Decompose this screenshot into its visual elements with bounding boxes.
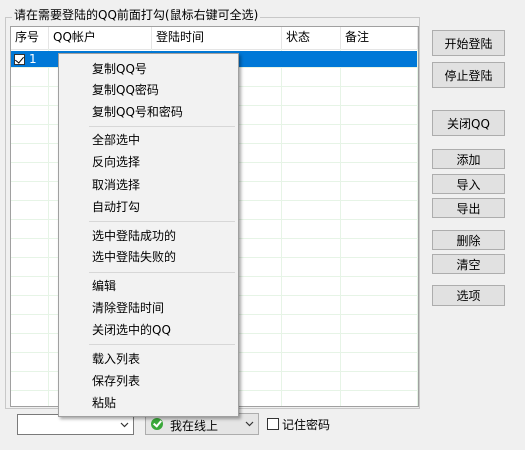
grid-cell <box>282 163 341 181</box>
grid-cell <box>341 106 418 124</box>
grid-cell <box>11 277 49 295</box>
grid-cell <box>282 125 341 143</box>
menu-item-edit[interactable]: 编辑 <box>92 279 116 293</box>
grid-cell <box>341 315 418 333</box>
grid-cell <box>282 334 341 352</box>
grid-cell <box>282 220 341 238</box>
menu-separator <box>89 126 235 127</box>
remember-password-checkbox[interactable] <box>267 418 279 430</box>
grid-cell <box>282 315 341 333</box>
grid-cell <box>11 258 49 276</box>
online-status-icon <box>151 418 163 430</box>
grid-cell <box>11 106 49 124</box>
menu-item-close-selected-qq[interactable]: 关闭选中的QQ <box>92 323 171 337</box>
menu-item-select-success[interactable]: 选中登陆成功的 <box>92 229 176 243</box>
grid-cell <box>341 201 418 219</box>
menu-separator <box>89 272 235 273</box>
grid-cell <box>282 106 341 124</box>
grid-cell <box>282 372 341 390</box>
row-index: 1 <box>29 52 37 66</box>
status-value: 我在线上 <box>170 419 219 433</box>
grid-cell <box>341 277 418 295</box>
close-qq-button[interactable]: 关闭QQ <box>432 110 505 136</box>
grid-cell <box>11 353 49 371</box>
grid-cell <box>282 201 341 219</box>
import-button[interactable]: 导入 <box>432 174 505 194</box>
menu-item-invert-selection[interactable]: 反向选择 <box>92 155 140 169</box>
grid-cell <box>11 372 49 390</box>
menu-item-select-failed[interactable]: 选中登陆失败的 <box>92 250 176 264</box>
start-login-button[interactable]: 开始登陆 <box>432 30 505 56</box>
menu-item-copy-qq-and-password[interactable]: 复制QQ号和密码 <box>92 105 183 119</box>
grid-cell <box>341 372 418 390</box>
chevron-down-icon <box>120 422 129 428</box>
grid-cell <box>282 144 341 162</box>
grid-cell <box>11 163 49 181</box>
account-combobox[interactable] <box>17 414 134 435</box>
remember-password-label[interactable]: 记住密码 <box>282 416 330 433</box>
grid-cell <box>341 182 418 200</box>
row-checkbox[interactable] <box>14 53 25 65</box>
column-header-index[interactable]: 序号 <box>11 27 49 49</box>
grid-cell <box>11 220 49 238</box>
grid-cell <box>282 182 341 200</box>
menu-item-copy-qq[interactable]: 复制QQ号 <box>92 62 147 76</box>
grid-cell <box>341 353 418 371</box>
grid-cell <box>341 87 418 105</box>
grid-cell <box>11 87 49 105</box>
grid-cell <box>11 125 49 143</box>
menu-item-copy-password[interactable]: 复制QQ密码 <box>92 83 159 97</box>
grid-cell <box>341 296 418 314</box>
group-title: 请在需要登陆的QQ前面打勾(鼠标右键可全选) <box>12 8 261 22</box>
grid-cell <box>11 182 49 200</box>
options-button[interactable]: 选项 <box>432 285 505 306</box>
stop-login-button[interactable]: 停止登陆 <box>432 62 505 88</box>
menu-item-select-all[interactable]: 全部选中 <box>92 133 140 147</box>
column-header-login-time[interactable]: 登陆时间 <box>152 27 282 49</box>
grid-cell <box>341 220 418 238</box>
grid-cell <box>282 296 341 314</box>
grid-cell <box>11 201 49 219</box>
grid-cell <box>341 239 418 257</box>
list-header: 序号 QQ帐户 登陆时间 状态 备注 <box>11 27 418 50</box>
grid-cell <box>11 239 49 257</box>
grid-cell <box>282 68 341 86</box>
menu-item-load-list[interactable]: 载入列表 <box>92 352 140 366</box>
grid-cell <box>341 144 418 162</box>
grid-cell <box>282 239 341 257</box>
menu-item-deselect[interactable]: 取消选择 <box>92 178 140 192</box>
grid-cell <box>11 296 49 314</box>
grid-cell <box>282 87 341 105</box>
grid-cell <box>11 334 49 352</box>
grid-cell <box>282 353 341 371</box>
column-header-note[interactable]: 备注 <box>341 27 418 49</box>
chevron-down-icon <box>245 421 254 427</box>
menu-separator <box>89 221 235 222</box>
grid-cell <box>282 277 341 295</box>
grid-cell <box>282 258 341 276</box>
grid-cell <box>341 68 418 86</box>
grid-cell <box>341 334 418 352</box>
grid-cell <box>11 391 49 406</box>
menu-item-clear-login-time[interactable]: 清除登陆时间 <box>92 301 164 315</box>
export-button[interactable]: 导出 <box>432 198 505 218</box>
grid-cell <box>341 163 418 181</box>
grid-cell <box>341 125 418 143</box>
column-header-status[interactable]: 状态 <box>282 27 341 49</box>
menu-item-auto-check[interactable]: 自动打勾 <box>92 200 140 214</box>
grid-cell <box>282 391 341 406</box>
grid-cell <box>11 144 49 162</box>
grid-cell <box>11 315 49 333</box>
delete-button[interactable]: 删除 <box>432 230 505 250</box>
clear-button[interactable]: 清空 <box>432 254 505 274</box>
grid-cell <box>11 68 49 86</box>
add-button[interactable]: 添加 <box>432 149 505 169</box>
column-header-account[interactable]: QQ帐户 <box>49 27 152 49</box>
menu-item-paste[interactable]: 粘贴 <box>92 396 116 410</box>
menu-item-save-list[interactable]: 保存列表 <box>92 374 140 388</box>
grid-cell <box>341 391 418 406</box>
grid-cell <box>341 258 418 276</box>
context-menu: 复制QQ号 复制QQ密码 复制QQ号和密码 全部选中 反向选择 取消选择 自动打… <box>58 53 239 417</box>
menu-separator <box>89 344 235 345</box>
